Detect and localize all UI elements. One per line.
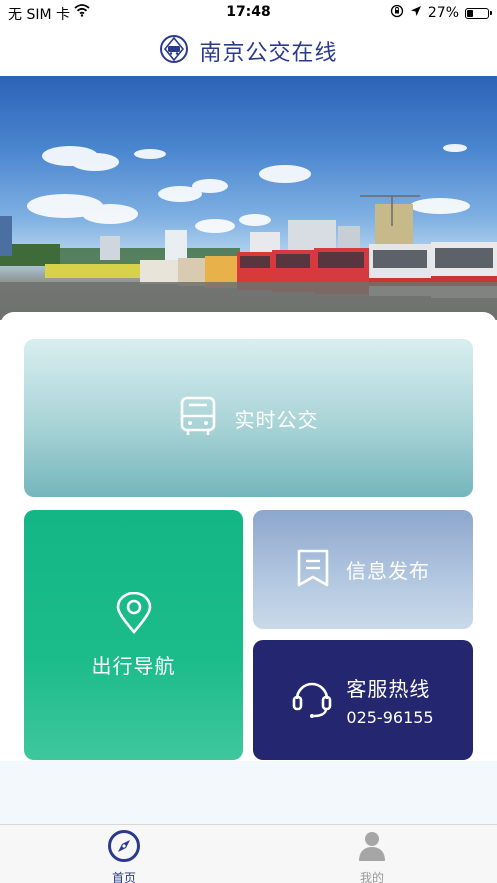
- app-header: 南京公交在线: [0, 26, 497, 76]
- headset-icon: [292, 677, 332, 723]
- service-hotline-card[interactable]: 客服热线 025-96155: [253, 640, 473, 760]
- location-arrow-icon: [410, 5, 422, 21]
- bus-icon: [179, 396, 217, 440]
- location-pin-icon: [115, 591, 153, 638]
- tab-mine[interactable]: 我的: [322, 829, 422, 883]
- tab-mine-label: 我的: [359, 871, 384, 883]
- banner-image: [0, 76, 497, 320]
- realtime-bus-card[interactable]: 实时公交: [24, 339, 473, 497]
- info-release-card[interactable]: 信息发布: [253, 510, 473, 629]
- battery-percent: 27%: [427, 5, 459, 21]
- bus-company-logo-icon: [159, 34, 189, 68]
- tab-home-label: 首页: [111, 871, 136, 883]
- service-phone-number[interactable]: 025-96155: [346, 708, 433, 727]
- bookmark-icon: [296, 548, 330, 592]
- battery-icon: [465, 7, 492, 19]
- compass-icon: [107, 829, 141, 867]
- service-hotline-label: 客服热线: [346, 677, 431, 701]
- realtime-bus-label: 实时公交: [234, 407, 319, 432]
- tab-bar: 首页 我的: [0, 824, 497, 883]
- tab-home[interactable]: 首页: [74, 829, 174, 883]
- info-release-label: 信息发布: [346, 559, 430, 583]
- user-icon: [355, 829, 389, 867]
- navigation-card[interactable]: 出行导航: [24, 510, 243, 760]
- orientation-lock-icon: [390, 4, 404, 22]
- panel-footer-area: [0, 761, 497, 824]
- status-bar: 无 SIM 卡 17:48 27%: [0, 0, 497, 26]
- page-title: 南京公交在线: [199, 41, 338, 66]
- navigation-label: 出行导航: [91, 653, 176, 678]
